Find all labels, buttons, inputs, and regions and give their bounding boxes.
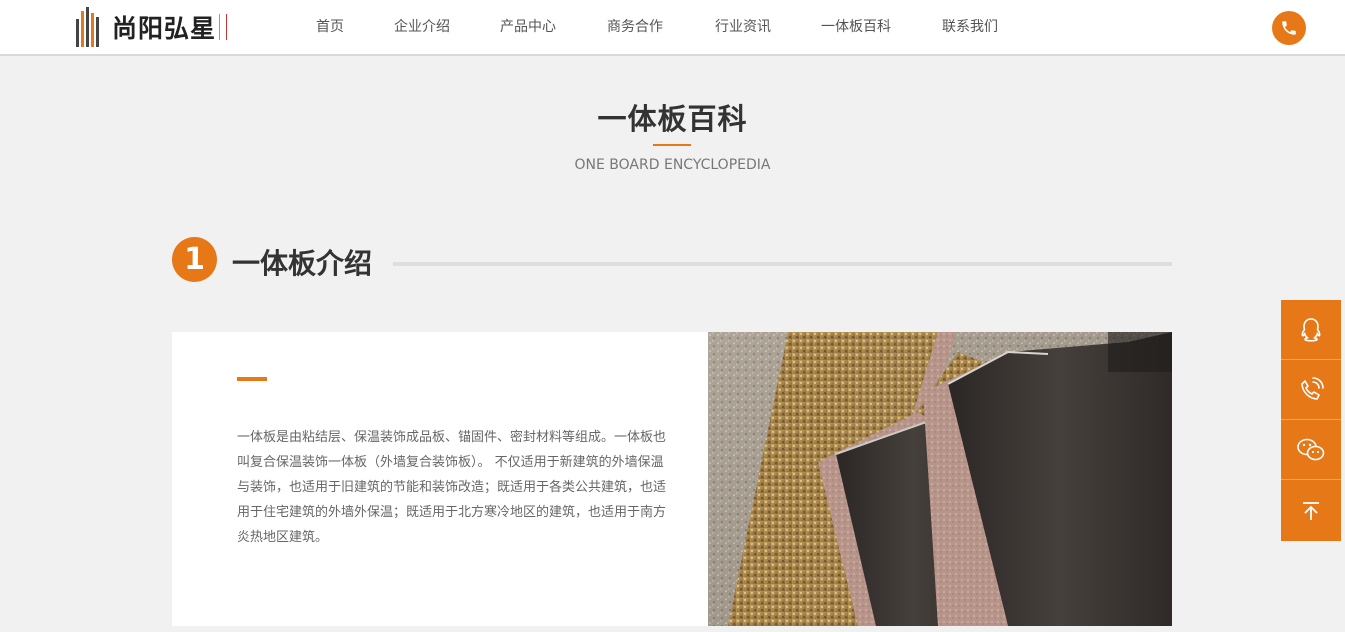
nav-item-encyclopedia[interactable]: 一体板百科 (792, 0, 920, 54)
intro-card: 一体板是由粘结层、保温装饰成品板、锚固件、密封材料等组成。一体板也叫复合保温装饰… (172, 332, 708, 626)
logo-seal-icon (219, 14, 228, 40)
qq-icon (1301, 317, 1321, 342)
logo-mark-icon (76, 7, 106, 47)
intro-text: 一体板是由粘结层、保温装饰成品板、锚固件、密封材料等组成。一体板也叫复合保温装饰… (237, 430, 667, 545)
section-heading: 一体板介绍 (232, 247, 373, 280)
site-header: 尚阳弘星 首页 企业介绍 产品中心 商务合作 行业资讯 一体板百科 联系我们 (0, 0, 1345, 56)
page-subtitle: ONE BOARD ENCYCLOPEDIA (574, 157, 771, 173)
nav-item-contact[interactable]: 联系我们 (920, 0, 1020, 54)
nav-item-about[interactable]: 企业介绍 (364, 0, 480, 54)
back-to-top-icon (1303, 501, 1319, 520)
main-nav: 首页 企业介绍 产品中心 商务合作 行业资讯 一体板百科 联系我们 (296, 0, 1020, 54)
page-title: 一体板百科 (597, 102, 748, 136)
nav-item-products[interactable]: 产品中心 (480, 0, 576, 54)
nav-item-home[interactable]: 首页 (296, 0, 364, 54)
phone-icon (1301, 376, 1324, 400)
side-qq-button[interactable] (1281, 300, 1341, 360)
nav-item-news[interactable]: 行业资讯 (694, 0, 792, 54)
side-back-to-top-button[interactable] (1281, 480, 1341, 541)
board-sample-image (708, 332, 1172, 626)
board-sample-photo (708, 332, 1172, 626)
logo[interactable]: 尚阳弘星 (76, 6, 228, 48)
logo-text: 尚阳弘星 (112, 14, 217, 43)
header-phone-button[interactable] (1272, 11, 1306, 45)
side-toolbar (1281, 300, 1341, 541)
side-phone-button[interactable] (1281, 360, 1341, 420)
title-divider (653, 144, 691, 146)
heading-rule (393, 262, 1172, 266)
side-wechat-button[interactable] (1281, 420, 1341, 480)
wechat-icon (1297, 438, 1325, 460)
phone-icon (1282, 21, 1296, 35)
nav-item-cooperation[interactable]: 商务合作 (576, 0, 694, 54)
card-accent-bar (237, 377, 267, 381)
section-number-badge: 1 (172, 237, 217, 282)
